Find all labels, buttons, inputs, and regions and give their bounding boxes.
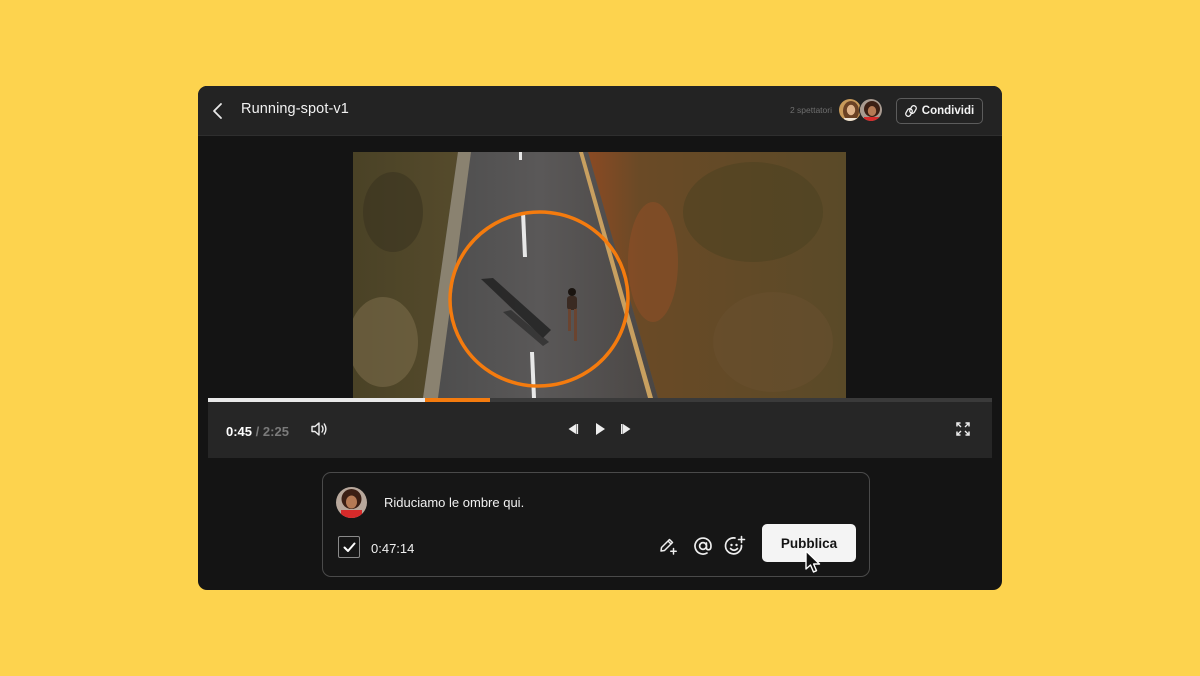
volume-button[interactable] xyxy=(308,418,330,440)
viewers-count: 2 spettatori xyxy=(789,105,832,115)
comment-composer: Riduciamo le ombre qui. 0:47:14 Pubblica xyxy=(322,472,870,577)
playback-controls: 0:45 / 2:25 xyxy=(208,402,992,458)
skip-back-icon xyxy=(568,424,579,434)
check-icon xyxy=(343,542,355,552)
share-label: Condividi xyxy=(921,105,975,117)
comment-input[interactable]: Riduciamo le ombre qui. xyxy=(384,495,524,510)
time-display: 0:45 / 2:25 xyxy=(226,424,289,439)
skip-forward-icon xyxy=(621,424,631,434)
link-icon xyxy=(904,105,917,117)
video-frame[interactable] xyxy=(353,152,846,398)
share-button[interactable]: Condividi xyxy=(896,98,983,124)
review-window: Running-spot-v1 2 spettatori Condividi 0… xyxy=(198,86,1002,590)
total-time: 2:25 xyxy=(262,424,289,439)
pencil-plus-icon xyxy=(660,538,677,555)
mention-button[interactable] xyxy=(691,534,715,558)
back-button[interactable] xyxy=(206,99,230,123)
skip-forward-button[interactable] xyxy=(616,418,638,440)
page-title: Running-spot-v1 xyxy=(241,101,349,117)
play-icon xyxy=(596,423,605,435)
current-time: 0:45 xyxy=(226,424,253,439)
draw-button[interactable] xyxy=(656,534,680,558)
time-separator: / xyxy=(255,424,260,439)
emoji-plus-icon xyxy=(724,535,746,555)
fullscreen-icon xyxy=(956,422,970,436)
avatar xyxy=(336,487,367,518)
timestamp-checkbox[interactable] xyxy=(338,536,360,558)
skip-back-button[interactable] xyxy=(561,418,583,440)
mouse-cursor-icon xyxy=(805,550,821,573)
volume-icon xyxy=(311,422,327,436)
comment-timestamp: 0:47:14 xyxy=(371,541,415,556)
title-bar: Running-spot-v1 2 spettatori Condividi xyxy=(198,86,1002,136)
video-player: 0:45 / 2:25 xyxy=(208,136,992,458)
video-thumbnail xyxy=(353,152,846,398)
viewer-avatars[interactable] xyxy=(838,98,886,124)
emoji-button[interactable] xyxy=(723,534,747,558)
avatar[interactable] xyxy=(859,98,883,122)
fullscreen-button[interactable] xyxy=(952,418,974,440)
at-icon xyxy=(694,537,712,555)
chevron-left-icon xyxy=(213,103,222,119)
play-button[interactable] xyxy=(589,418,611,440)
